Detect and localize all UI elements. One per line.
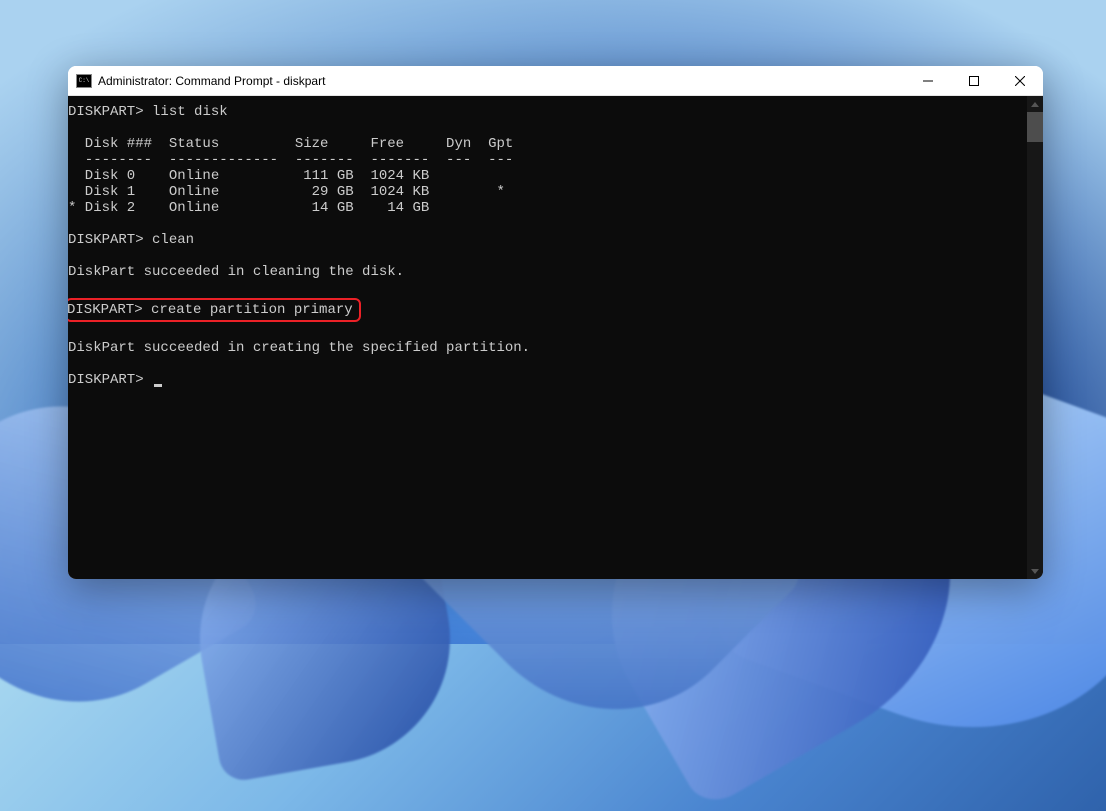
highlighted-command: DISKPART> create partition primary [68,298,361,322]
disk-table-separator: -------- ------------- ------- ------- -… [68,152,1027,168]
command-prompt-window: Administrator: Command Prompt - diskpart… [68,66,1043,579]
disk-row-1: Disk 1 Online 29 GB 1024 KB * [68,184,1027,200]
blank-line [68,356,1027,372]
disk-row-2: * Disk 2 Online 14 GB 14 GB [68,200,1027,216]
blank-line [68,248,1027,264]
scroll-up-arrow-icon[interactable] [1027,96,1043,112]
close-button[interactable] [997,66,1043,95]
command-create-partition: create partition primary [151,302,353,318]
disk-row-0: Disk 0 Online 111 GB 1024 KB [68,168,1027,184]
maximize-button[interactable] [951,66,997,95]
blank-line [68,120,1027,136]
create-success-message: DiskPart succeeded in creating the speci… [68,340,1027,356]
blank-line [68,324,1027,340]
blank-line [68,280,1027,296]
vertical-scrollbar[interactable] [1027,96,1043,579]
window-controls [905,66,1043,95]
prompt: DISKPART> [68,104,144,120]
cursor-icon [154,384,162,387]
minimize-button[interactable] [905,66,951,95]
cmd-icon [76,74,92,88]
scroll-down-arrow-icon[interactable] [1027,563,1043,579]
clean-success-message: DiskPart succeeded in cleaning the disk. [68,264,1027,280]
command-clean: clean [152,232,194,248]
prompt: DISKPART> [68,372,144,388]
window-titlebar[interactable]: Administrator: Command Prompt - diskpart [68,66,1043,96]
command-list-disk: list disk [152,104,228,120]
disk-table-headers: Disk ### Status Size Free Dyn Gpt [68,136,1027,152]
blank-line [68,216,1027,232]
scrollbar-thumb[interactable] [1027,112,1043,142]
terminal-output[interactable]: DISKPART> list disk Disk ### Status Size… [68,96,1027,579]
prompt: DISKPART> [68,232,144,248]
prompt: DISKPART> [68,302,143,318]
terminal-container: DISKPART> list disk Disk ### Status Size… [68,96,1043,579]
window-title: Administrator: Command Prompt - diskpart [98,74,905,88]
